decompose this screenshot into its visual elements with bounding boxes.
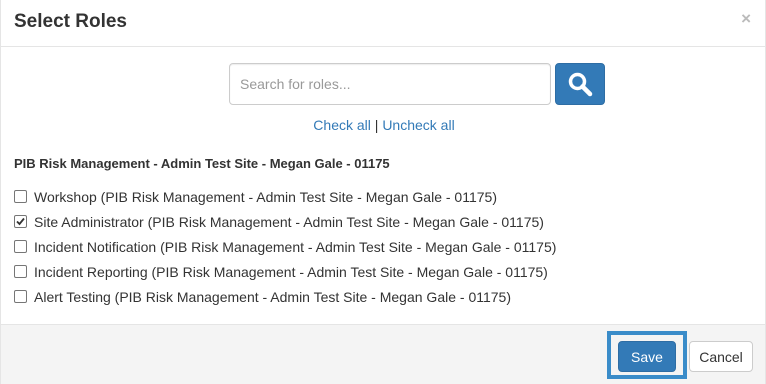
- role-label: Alert Testing (PIB Risk Management - Adm…: [34, 288, 511, 305]
- save-button[interactable]: Save: [618, 341, 676, 372]
- role-item-site-administrator[interactable]: Site Administrator (PIB Risk Management …: [14, 209, 556, 234]
- role-item-incident-notification[interactable]: Incident Notification (PIB Risk Manageme…: [14, 234, 556, 259]
- search-input[interactable]: [229, 63, 551, 105]
- role-item-alert-testing[interactable]: Alert Testing (PIB Risk Management - Adm…: [14, 284, 556, 309]
- role-label: Workshop (PIB Risk Management - Admin Te…: [34, 188, 497, 205]
- close-icon[interactable]: ×: [741, 10, 751, 27]
- role-item-workshop[interactable]: Workshop (PIB Risk Management - Admin Te…: [14, 184, 556, 209]
- search-row: [229, 63, 605, 105]
- role-checkbox[interactable]: [14, 265, 27, 278]
- check-all-link[interactable]: Check all: [313, 117, 371, 133]
- role-label: Incident Reporting (PIB Risk Management …: [34, 263, 548, 280]
- role-checkbox[interactable]: [14, 240, 27, 253]
- uncheck-all-link[interactable]: Uncheck all: [382, 117, 454, 133]
- role-item-incident-reporting[interactable]: Incident Reporting (PIB Risk Management …: [14, 259, 556, 284]
- search-icon: [568, 72, 593, 97]
- role-checkbox[interactable]: [14, 190, 27, 203]
- role-checkbox[interactable]: [14, 290, 27, 303]
- role-label: Incident Notification (PIB Risk Manageme…: [34, 238, 557, 255]
- modal-title: Select Roles: [14, 11, 127, 32]
- select-roles-modal: Select Roles × Check all | Uncheck all P…: [0, 0, 766, 384]
- checkmark-icon: [16, 217, 25, 226]
- check-links: Check all | Uncheck all: [1, 117, 766, 133]
- role-checkbox[interactable]: [14, 215, 27, 228]
- modal-footer: Save Cancel: [1, 324, 765, 384]
- check-links-separator: |: [374, 117, 379, 133]
- roles-list: Workshop (PIB Risk Management - Admin Te…: [14, 184, 556, 309]
- cancel-button[interactable]: Cancel: [689, 341, 753, 372]
- role-group-title: PIB Risk Management - Admin Test Site - …: [14, 156, 390, 171]
- search-button[interactable]: [555, 63, 605, 105]
- modal-header: Select Roles ×: [1, 0, 765, 47]
- role-label: Site Administrator (PIB Risk Management …: [34, 213, 544, 230]
